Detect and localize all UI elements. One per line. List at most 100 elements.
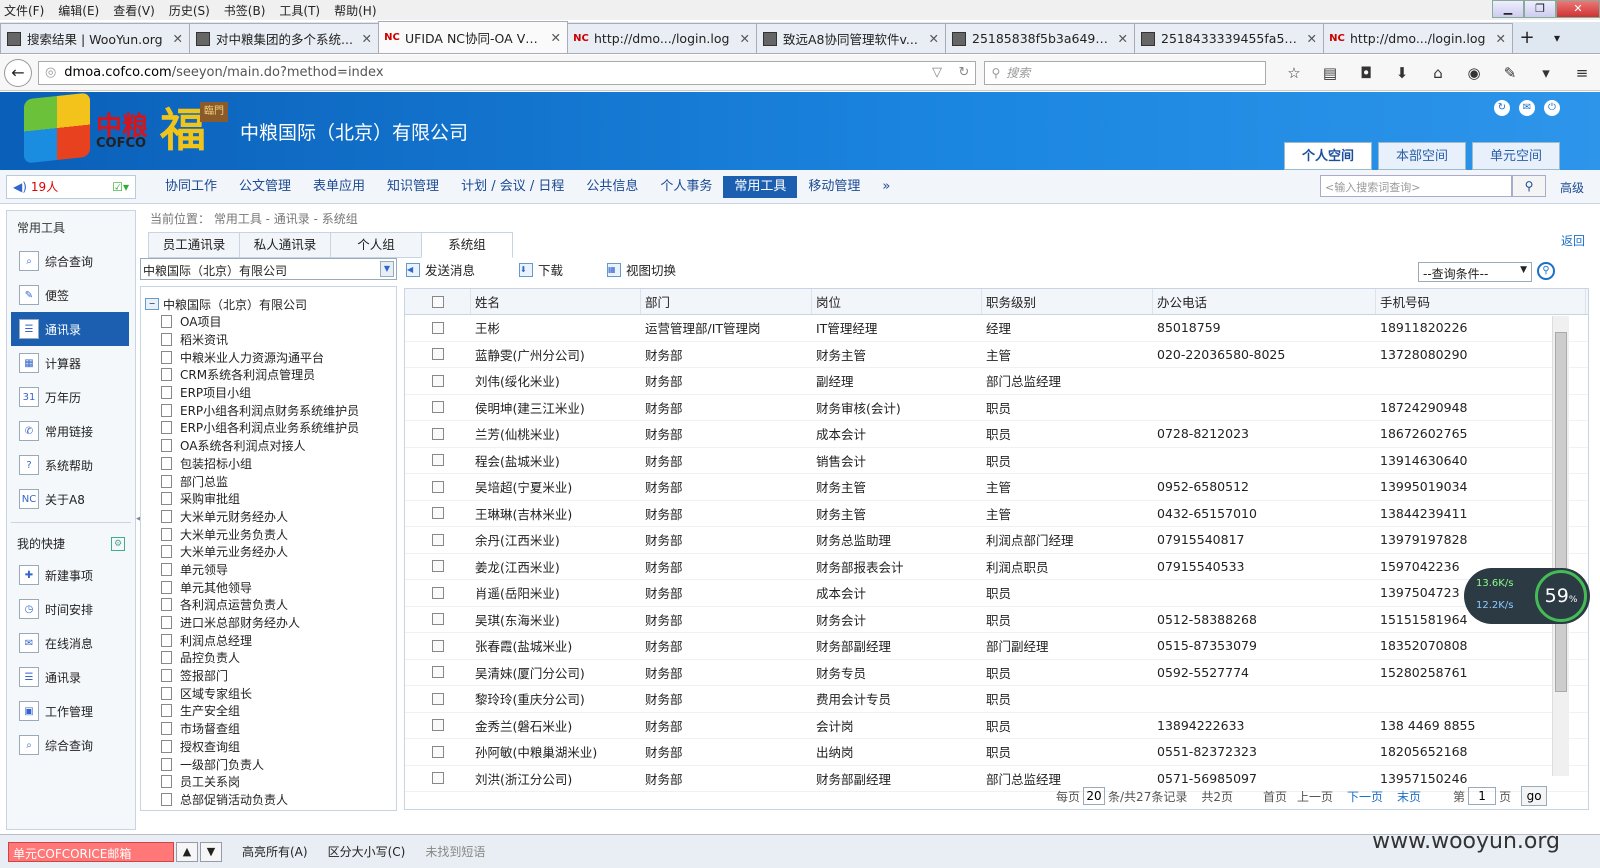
row-select-cell[interactable] [405,527,471,553]
sidebar-item[interactable]: ⌕ 综合查询 [7,244,135,278]
addressbook-tab[interactable]: 系统组 [421,232,513,258]
tree-node[interactable]: 大米单元财务经办人 [141,508,396,526]
table-row[interactable]: 刘伟(绥化米业) 财务部 副经理 部门总监经理 [405,368,1588,395]
sidebar-item[interactable]: 31 万年历 [7,380,135,414]
nav-item[interactable]: 知识管理 [376,176,450,198]
row-select-cell[interactable] [405,342,471,368]
search-button[interactable]: ⚲ [1512,175,1546,197]
back-link[interactable]: 返回 [1561,232,1585,249]
menu-item[interactable]: 帮助(H) [334,2,376,19]
tree-node[interactable]: 授权查询组 [141,738,396,756]
toolbar-button[interactable]: ◀ 发送消息 [406,260,497,279]
quick-item[interactable]: ☰ 通讯录 [7,660,135,694]
quick-item[interactable]: ✚ 新建事项 [7,558,135,592]
row-checkbox[interactable] [432,427,444,440]
close-tab-icon[interactable]: ✕ [1118,31,1128,46]
row-checkbox[interactable] [432,454,444,467]
sidebar-item[interactable]: ✎ 便签 [7,278,135,312]
tree-node[interactable]: 单元其他领导 [141,578,396,596]
menu-item[interactable]: 历史(S) [169,2,210,19]
chevron-down-icon[interactable]: ▾ [1528,64,1564,82]
tree-node[interactable]: 单元领导 [141,561,396,579]
browser-tab[interactable]: 25185838f5b3a6495ec94... ✕ [945,23,1135,53]
chat-icon[interactable]: ◉ [1456,64,1492,82]
page-input[interactable]: 1 [1468,787,1497,805]
row-select-cell[interactable] [405,395,471,421]
maximize-icon[interactable]: ❐ [1524,0,1556,18]
match-case-option[interactable]: 区分大小写(C) [328,843,406,860]
table-row[interactable]: 兰芳(仙桃米业) 财务部 成本会计 职员 0728-8212023 18672602765 [405,421,1588,448]
bookmark-star-icon[interactable]: ☆ [1276,64,1312,82]
tree-node[interactable]: CRM系统各利润点管理员 [141,366,396,384]
row-select-cell[interactable] [405,315,471,341]
browser-tab[interactable]: 搜索结果 | WooYun.org ✕ [0,23,190,53]
row-checkbox[interactable] [432,692,444,705]
row-checkbox[interactable] [432,666,444,679]
menu-item[interactable]: 编辑(E) [58,2,99,19]
row-select-cell[interactable] [405,713,471,739]
row-select-cell[interactable] [405,448,471,474]
close-window-icon[interactable]: ✕ [1556,0,1600,18]
dropdown-icon[interactable]: ▽ ↻ [932,65,969,80]
row-select-cell[interactable] [405,766,471,792]
find-prev-icon[interactable]: ▲ [176,841,198,862]
row-select-cell[interactable] [405,474,471,500]
column-header[interactable]: 部门 [641,289,812,314]
select-all-checkbox[interactable] [431,295,444,308]
space-tab[interactable]: 单元空间 [1472,142,1560,170]
table-row[interactable]: 王琳琳(吉林米业) 财务部 财务主管 主管 0432-65157010 138442394… [405,501,1588,527]
go-button[interactable]: go [1521,786,1548,806]
advanced-search-link[interactable]: 高级 [1560,179,1584,196]
table-row[interactable]: 蓝静雯(广州分公司) 财务部 财务主管 主管 020-22036580-8025 1372… [405,342,1588,368]
tree-node[interactable]: 大米单元业务负责人 [141,525,396,543]
row-select-cell[interactable] [405,421,471,447]
quick-item[interactable]: ✉ 在线消息 [7,626,135,660]
table-row[interactable]: 孙阿敏(中粮巢湖米业) 财务部 出纳岗 职员 0551-82372323 18205652… [405,739,1588,766]
nav-item[interactable]: 表单应用 [302,176,376,198]
status-check-icon[interactable]: ☑▾ [112,180,129,194]
tree-node[interactable]: 中粮米业人力资源沟通平台 [141,348,396,366]
tree-node[interactable]: 大米单元业务经办人 [141,543,396,561]
table-row[interactable]: 余丹(江西米业) 财务部 财务总监助理 利润点部门经理 07915540817 13979… [405,527,1588,554]
tree-node[interactable]: 签报部门 [141,667,396,685]
row-select-cell[interactable] [405,554,471,580]
row-checkbox[interactable] [432,401,444,414]
query-search-icon[interactable]: ⚲ [1537,262,1555,280]
back-button[interactable]: ← [4,58,32,87]
url-bar[interactable]: ◎ dmoa.cofco.com /seeyon/main.do?method=… [37,60,977,85]
row-select-cell[interactable] [405,607,471,633]
close-tab-icon[interactable]: ✕ [173,31,183,46]
nav-item[interactable]: 公文管理 [228,176,302,198]
find-input[interactable]: 单元COFCORICE邮箱 [8,841,174,862]
addressbook-tab[interactable]: 员工通讯录 [148,232,240,258]
row-select-cell[interactable] [405,580,471,606]
find-next-icon[interactable]: ▼ [200,841,222,862]
sidebar-item[interactable]: NC 关于A8 [7,482,135,516]
tree-node[interactable]: ERP小组各利润点业务系统维护员 [141,419,396,437]
tree-node[interactable]: OA系统各利润点对接人 [141,437,396,455]
row-select-cell[interactable] [405,686,471,712]
tree-node[interactable]: 生产安全组 [141,702,396,720]
highlight-all-option[interactable]: 高亮所有(A) [242,843,308,860]
table-row[interactable]: 肖遥(岳阳米业) 财务部 成本会计 职员 1397504723 [405,580,1588,607]
menu-item[interactable]: 文件(F) [4,2,44,19]
tree-node[interactable]: ERP项目小组 [141,384,396,402]
per-page-input[interactable]: 20 [1083,787,1106,805]
table-row[interactable]: 张春霞(盐城米业) 财务部 财务部副经理 部门副经理 0515-87353079 1835… [405,633,1588,660]
tab-list-icon[interactable]: ▾ [1542,23,1572,53]
nav-item[interactable]: 公共信息 [575,176,649,198]
close-tab-icon[interactable]: ✕ [1307,31,1317,46]
row-checkbox[interactable] [432,321,444,334]
tree-node[interactable]: 市场督查组 [141,720,396,738]
nav-item[interactable]: 计划 / 会议 / 日程 [450,176,575,198]
row-checkbox[interactable] [432,639,444,652]
row-checkbox[interactable] [432,613,444,626]
nav-item[interactable]: 个人事务 [649,176,723,198]
row-checkbox[interactable] [432,533,444,546]
sidebar-item[interactable]: ▦ 计算器 [7,346,135,380]
browser-tab[interactable]: 对中粮集团的多个系统... ✕ [189,23,379,53]
nav-item[interactable]: 常用工具 [723,175,798,198]
close-tab-icon[interactable]: ✕ [1496,31,1506,46]
space-tab[interactable]: 本部空间 [1378,142,1466,170]
addressbook-tab[interactable]: 私人通讯录 [239,232,331,258]
